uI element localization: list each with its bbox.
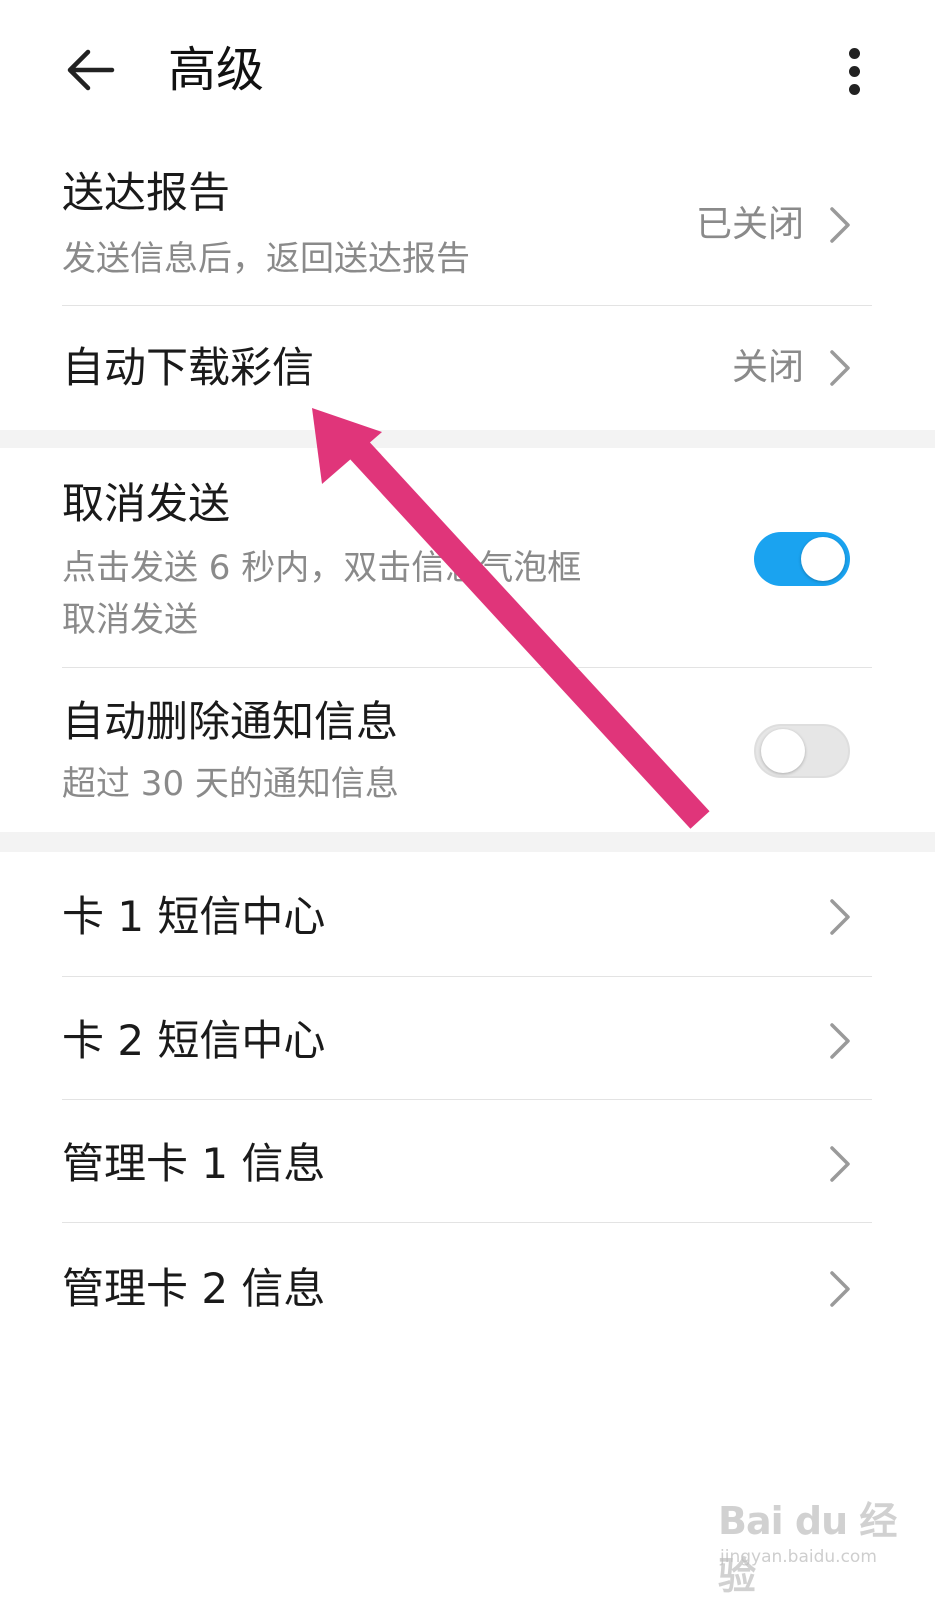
back-button[interactable]	[60, 38, 130, 108]
chevron-right-icon	[826, 895, 854, 939]
auto-delete-notifications-title: 自动删除通知信息	[62, 697, 399, 746]
cancel-send-title: 取消发送	[62, 479, 231, 528]
auto-download-mms-title: 自动下载彩信	[62, 343, 315, 392]
section-separator	[0, 430, 935, 448]
chevron-right-icon	[826, 346, 854, 390]
manage-card2-row[interactable]: 管理卡 2 信息	[62, 1223, 872, 1347]
card2-sms-center-title: 卡 2 短信中心	[62, 1016, 326, 1065]
cancel-send-row: 取消发送 点击发送 6 秒内，双击信息气泡框 取消发送	[62, 470, 872, 666]
toggle-knob	[801, 537, 845, 581]
chevron-right-icon	[826, 1142, 854, 1186]
manage-card2-title: 管理卡 2 信息	[62, 1264, 326, 1313]
delivery-report-value: 已关闭	[695, 204, 804, 245]
card1-sms-center-row[interactable]: 卡 1 短信中心	[62, 855, 872, 975]
watermark-brand: Bai du 经验	[718, 1499, 897, 1598]
auto-delete-notifications-row: 自动删除通知信息 超过 30 天的通知信息	[62, 668, 872, 828]
delivery-report-row[interactable]: 送达报告 发送信息后，返回送达报告 已关闭	[62, 165, 872, 305]
arrow-left-icon	[67, 49, 115, 91]
cancel-send-subtitle-line2: 取消发送	[62, 600, 198, 640]
auto-delete-notifications-toggle[interactable]	[754, 724, 850, 778]
toggle-knob	[761, 729, 805, 773]
settings-page: 高级 送达报告 发送信息后，返回送达报告 已关闭 自动下载彩信 关闭 取消发送 …	[0, 0, 935, 1600]
delivery-report-subtitle: 发送信息后，返回送达报告	[62, 239, 470, 279]
watermark-logo: Bai du 经验 jingyan.baidu.com	[718, 1475, 908, 1598]
cancel-send-toggle[interactable]	[754, 532, 850, 586]
card1-sms-center-title: 卡 1 短信中心	[62, 892, 326, 941]
chevron-right-icon	[826, 203, 854, 247]
cancel-send-subtitle-line1: 点击发送 6 秒内，双击信息气泡框	[62, 548, 582, 588]
auto-download-mms-row[interactable]: 自动下载彩信 关闭	[62, 306, 872, 428]
top-bar: 高级	[0, 0, 935, 145]
delivery-report-title: 送达报告	[62, 168, 231, 217]
watermark-url: jingyan.baidu.com	[720, 1547, 877, 1567]
manage-card1-title: 管理卡 1 信息	[62, 1139, 326, 1188]
more-options-button[interactable]	[835, 36, 875, 106]
page-title: 高级	[168, 42, 265, 98]
section-separator	[0, 832, 935, 852]
chevron-right-icon	[826, 1019, 854, 1063]
auto-delete-notifications-subtitle: 超过 30 天的通知信息	[62, 764, 399, 804]
chevron-right-icon	[826, 1267, 854, 1311]
manage-card1-row[interactable]: 管理卡 1 信息	[62, 1100, 872, 1222]
card2-sms-center-row[interactable]: 卡 2 短信中心	[62, 977, 872, 1099]
auto-download-mms-value: 关闭	[731, 347, 804, 388]
